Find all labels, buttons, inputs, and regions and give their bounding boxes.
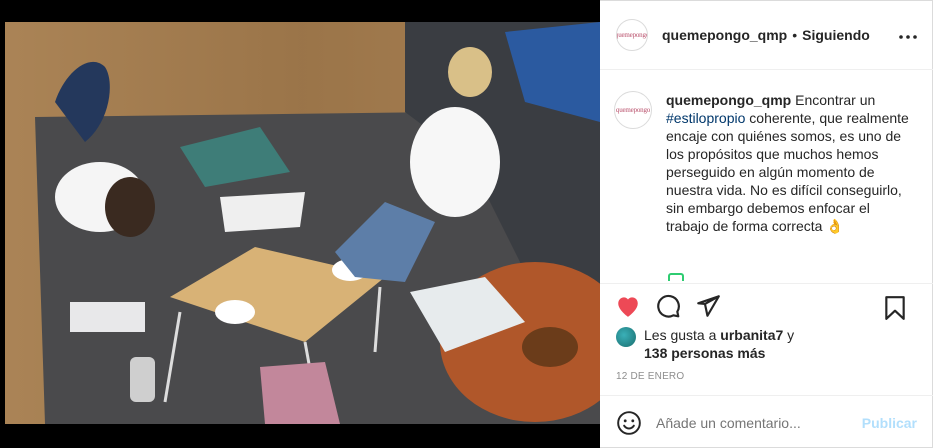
- caption-avatar-logo-text: quemepongo: [615, 106, 651, 114]
- caption-username[interactable]: quemepongo_qmp: [666, 92, 791, 108]
- comment-icon: [657, 294, 680, 318]
- post-image: [5, 22, 600, 424]
- likes-prefix: Les gusta a: [644, 327, 721, 343]
- likes-summary: Les gusta a urbanita7 y 138 personas más: [616, 326, 926, 362]
- action-bar: [600, 283, 933, 327]
- publish-button[interactable]: Publicar: [862, 415, 917, 431]
- smiley-icon[interactable]: [616, 410, 642, 436]
- like-button[interactable]: [614, 292, 642, 320]
- caption-text-after: coherente, que realmente encaje con quié…: [666, 110, 909, 234]
- following-button[interactable]: Siguiendo: [802, 27, 870, 43]
- header-username[interactable]: quemepongo_qmp: [662, 27, 787, 43]
- avatar-logo-text: quemepongo: [616, 31, 648, 39]
- partial-emoji-icon: [668, 273, 684, 281]
- post-photo[interactable]: [0, 0, 600, 448]
- avatar[interactable]: quemepongo: [616, 19, 648, 51]
- save-button[interactable]: [881, 294, 909, 322]
- caption-section: quemepongo quemepongo_qmp Encontrar un #…: [600, 71, 933, 283]
- liker-avatar[interactable]: [616, 327, 636, 347]
- share-button[interactable]: [694, 292, 722, 320]
- caption-text: quemepongo_qmp Encontrar un #estilopropi…: [666, 91, 916, 283]
- comment-box: Publicar: [600, 395, 933, 448]
- likes-count-link[interactable]: 138 personas más: [644, 345, 765, 361]
- ok-hand-emoji: 👌: [826, 218, 844, 234]
- post-side-panel: quemepongo quemepongo_qmp • Siguiendo qu…: [600, 0, 933, 448]
- post-date[interactable]: 12 DE ENERO: [616, 371, 684, 382]
- header-separator: •: [792, 27, 798, 43]
- hashtag-link[interactable]: #estilopropio: [666, 110, 745, 126]
- paper-plane-icon: [697, 295, 720, 317]
- comment-button[interactable]: [654, 292, 682, 320]
- heart-filled-icon: [618, 297, 638, 317]
- bookmark-icon: [885, 296, 905, 320]
- caption-text-before: Encontrar un: [791, 92, 876, 108]
- likes-text: Les gusta a urbanita7 y 138 personas más: [644, 326, 794, 362]
- post-header: quemepongo quemepongo_qmp • Siguiendo: [600, 1, 933, 70]
- more-options-icon[interactable]: [899, 23, 917, 44]
- caption-avatar[interactable]: quemepongo: [614, 91, 652, 129]
- comment-input[interactable]: [656, 414, 846, 431]
- liker-username[interactable]: urbanita7: [720, 327, 783, 343]
- likes-conjunction: y: [783, 327, 795, 343]
